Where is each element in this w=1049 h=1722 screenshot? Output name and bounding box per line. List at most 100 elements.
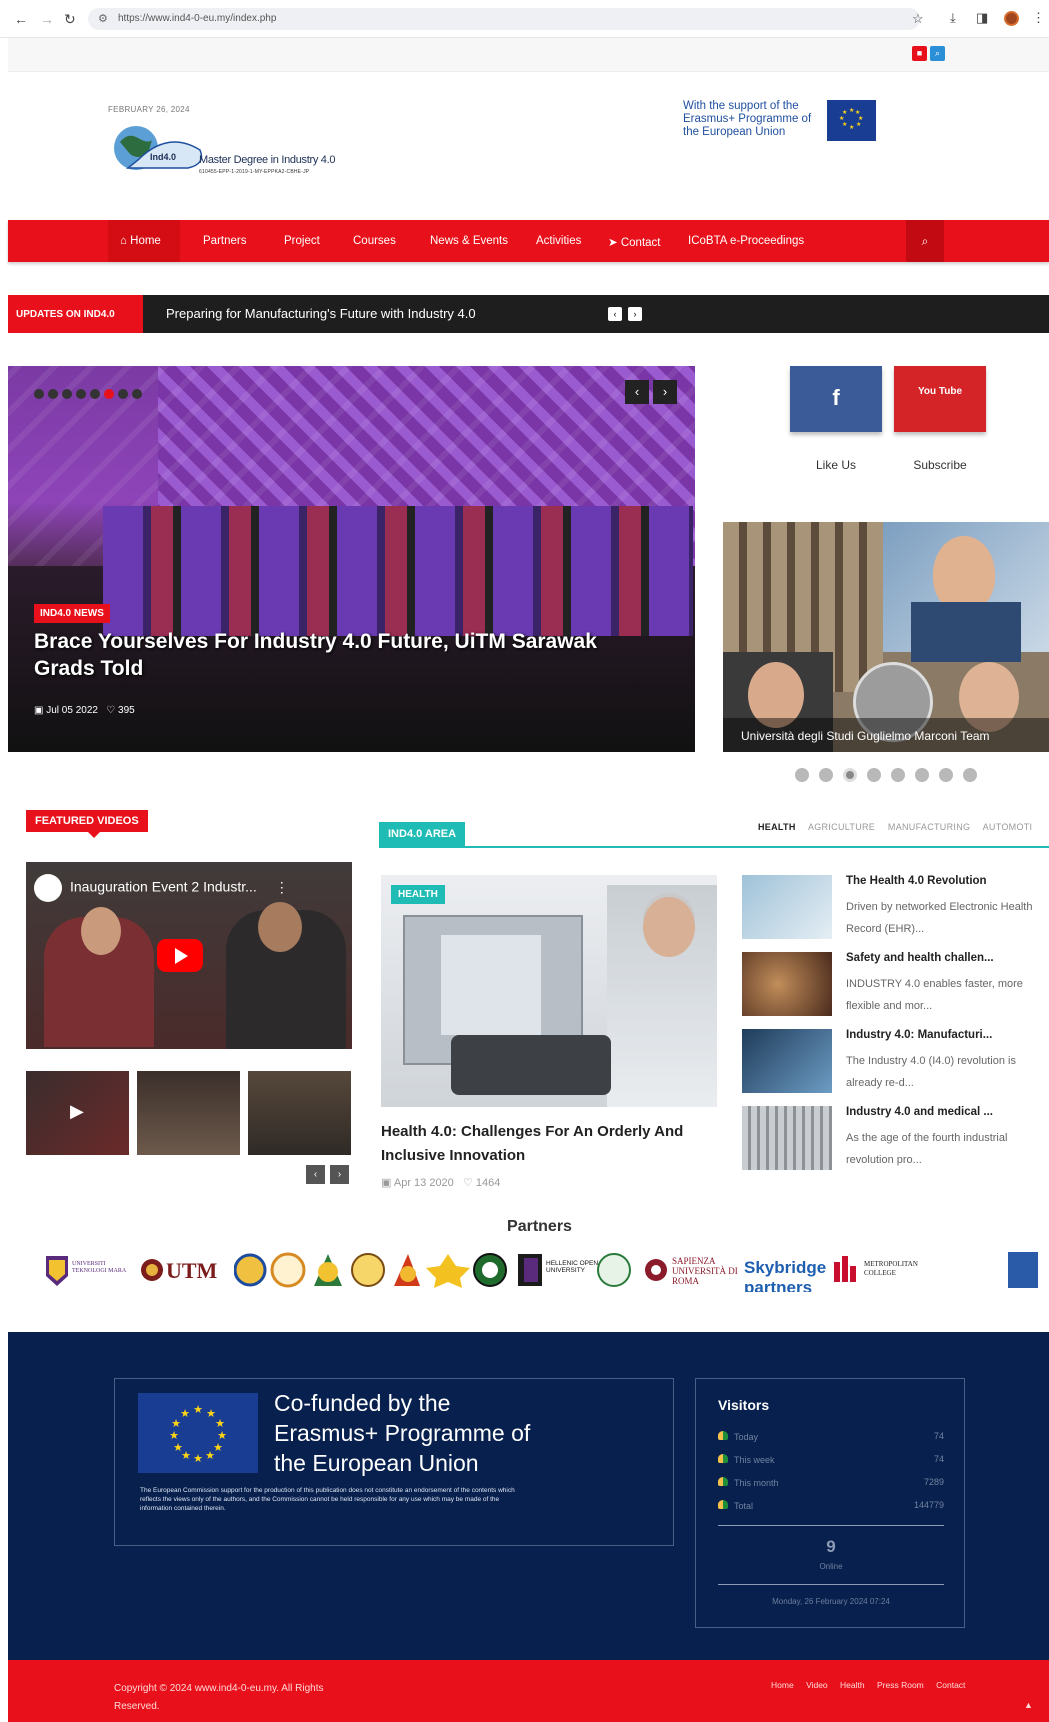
engineer-head bbox=[643, 897, 695, 957]
nav-contact[interactable]: ➤ Contact bbox=[608, 235, 660, 249]
tab-health[interactable]: HEALTH bbox=[758, 822, 796, 832]
article-title[interactable]: Industry 4.0 and medical ... bbox=[846, 1106, 993, 1118]
slide-dot[interactable] bbox=[915, 768, 929, 782]
video-thumbnail[interactable] bbox=[137, 1071, 240, 1155]
hero-dot[interactable] bbox=[118, 389, 128, 399]
footer-link-home[interactable]: Home bbox=[771, 1680, 794, 1690]
video-thumbnail[interactable] bbox=[248, 1071, 351, 1155]
calendar-icon: ▣ bbox=[381, 1177, 392, 1189]
hero-category-badge[interactable]: IND4.0 NEWS bbox=[34, 604, 110, 623]
svg-text:★: ★ bbox=[205, 1449, 215, 1462]
menu-kebab-icon[interactable]: ⋮ bbox=[1032, 10, 1045, 26]
article-title[interactable]: Safety and health challen... bbox=[846, 952, 994, 964]
videos-next-button[interactable]: › bbox=[330, 1165, 349, 1184]
channel-avatar[interactable] bbox=[34, 874, 62, 902]
article-thumbnail[interactable] bbox=[742, 875, 832, 939]
nav-icobta[interactable]: ICoBTA e-Proceedings bbox=[688, 235, 804, 247]
hero-next-button[interactable]: › bbox=[653, 380, 677, 404]
lock-icon[interactable]: ■ bbox=[912, 46, 927, 61]
nav-news-events[interactable]: News & Events bbox=[430, 235, 508, 247]
forward-icon[interactable]: → bbox=[40, 11, 54, 27]
hero-dot[interactable] bbox=[90, 389, 100, 399]
article-title[interactable]: Industry 4.0: Manufacturi... bbox=[846, 1029, 992, 1041]
footer-link-contact[interactable]: Contact bbox=[936, 1680, 965, 1690]
footer-link-health[interactable]: Health bbox=[840, 1680, 865, 1690]
visitor-row: Total 144779 bbox=[718, 1500, 944, 1511]
search-icon[interactable]: ⌕ bbox=[930, 46, 945, 61]
uitm-logo[interactable]: UNIVERSITI TEKNOLOGI MARA bbox=[44, 1252, 128, 1288]
address-bar[interactable]: ⚙ https://www.ind4-0-eu.my/index.php bbox=[88, 8, 920, 30]
slide-dot[interactable] bbox=[891, 768, 905, 782]
article-category-tag[interactable]: HEALTH bbox=[391, 885, 445, 904]
utm-logo[interactable]: UTM bbox=[140, 1252, 230, 1288]
slide-dot[interactable] bbox=[939, 768, 953, 782]
list-item[interactable]: Industry 4.0 and medical ... As the age … bbox=[742, 1106, 1049, 1170]
hero-dot[interactable] bbox=[76, 389, 86, 399]
hero-dot[interactable] bbox=[62, 389, 72, 399]
scroll-top-icon[interactable]: ▲ bbox=[1024, 1700, 1033, 1710]
list-item[interactable]: The Health 4.0 Revolution Driven by netw… bbox=[742, 875, 1049, 939]
facebook-button[interactable]: f bbox=[790, 366, 882, 432]
bookmark-star-icon[interactable]: ☆ bbox=[912, 11, 924, 27]
list-item[interactable]: Industry 4.0: Manufacturi... The Industr… bbox=[742, 1029, 1049, 1093]
slide-dot[interactable] bbox=[795, 768, 809, 782]
slide-dot[interactable] bbox=[867, 768, 881, 782]
footer-link-press-room[interactable]: Press Room bbox=[877, 1680, 924, 1690]
tab-automotive[interactable]: AUTOMOTI bbox=[983, 822, 1033, 832]
main-article-image[interactable]: HEALTH bbox=[381, 875, 717, 1107]
list-item[interactable]: Safety and health challen... INDUSTRY 4.… bbox=[742, 952, 1049, 1016]
video-player[interactable]: Inauguration Event 2 Industr... ⋮ bbox=[26, 862, 352, 1049]
side-slider[interactable]: Università degli Studi Guglielmo Marconi… bbox=[723, 522, 1049, 752]
slide-dot-active[interactable] bbox=[843, 768, 857, 782]
man-face bbox=[933, 536, 995, 612]
visitor-value: 74 bbox=[933, 1431, 944, 1441]
youtube-play-icon[interactable] bbox=[157, 939, 203, 972]
main-article-title[interactable]: Health 4.0: Challenges For An Orderly An… bbox=[381, 1120, 717, 1168]
hero-prev-button[interactable]: ‹ bbox=[625, 380, 649, 404]
profile-avatar[interactable] bbox=[1004, 11, 1019, 26]
hero-dot[interactable] bbox=[132, 389, 142, 399]
reload-icon[interactable]: ↻ bbox=[64, 11, 76, 28]
article-thumbnail[interactable] bbox=[742, 1106, 832, 1170]
video-title[interactable]: Inauguration Event 2 Industr... bbox=[70, 879, 257, 895]
visitor-value: 7289 bbox=[923, 1477, 944, 1487]
sidepanel-icon[interactable]: ◨ bbox=[976, 10, 988, 26]
video-title-row: Inauguration Event 2 Industr... ⋮ bbox=[34, 874, 289, 902]
hero-dot[interactable] bbox=[34, 389, 44, 399]
hero-dot[interactable] bbox=[48, 389, 58, 399]
tab-agriculture[interactable]: AGRICULTURE bbox=[808, 822, 875, 832]
ticker-text[interactable]: Preparing for Manufacturing's Future wit… bbox=[166, 306, 476, 321]
download-icon[interactable]: ⤓ bbox=[950, 10, 956, 26]
hero-dot-active[interactable] bbox=[104, 389, 114, 399]
skybridge-logo[interactable]: Skybridge partners bbox=[744, 1252, 834, 1292]
youtube-button[interactable]: You Tube bbox=[894, 366, 986, 432]
side-slide-caption[interactable]: Università degli Studi Guglielmo Marconi… bbox=[741, 729, 990, 743]
hero-title[interactable]: Brace Yourselves For Industry 4.0 Future… bbox=[34, 628, 654, 682]
slide-dot[interactable] bbox=[963, 768, 977, 782]
footer-link-video[interactable]: Video bbox=[806, 1680, 828, 1690]
article-thumbnail[interactable] bbox=[742, 952, 832, 1016]
ticker-prev-button[interactable]: ‹ bbox=[608, 307, 622, 321]
nav-partners[interactable]: Partners bbox=[203, 235, 246, 247]
slide-dot[interactable] bbox=[819, 768, 833, 782]
metropolitan-logo[interactable]: METROPOLITAN COLLEGE bbox=[832, 1252, 932, 1288]
nav-project[interactable]: Project bbox=[284, 235, 320, 247]
ticker-next-button[interactable]: › bbox=[628, 307, 642, 321]
sapienza-logo[interactable]: SAPIENZA UNIVERSITÀ DI ROMA bbox=[644, 1252, 744, 1288]
article-thumbnail[interactable] bbox=[742, 1029, 832, 1093]
nav-search-button[interactable]: ⌕ bbox=[906, 220, 944, 262]
site-settings-icon[interactable]: ⚙ bbox=[98, 12, 108, 25]
nav-courses[interactable]: Courses bbox=[353, 235, 396, 247]
partner-logo-edge[interactable] bbox=[1008, 1252, 1038, 1288]
back-icon[interactable]: ← bbox=[14, 11, 28, 27]
article-excerpt: Driven by networked Electronic Health Re… bbox=[846, 901, 1033, 935]
videos-prev-button[interactable]: ‹ bbox=[306, 1165, 325, 1184]
eu-support-text: With the support of the Erasmus+ Program… bbox=[683, 100, 812, 138]
tab-manufacturing[interactable]: MANUFACTURING bbox=[888, 822, 970, 832]
article-title[interactable]: The Health 4.0 Revolution bbox=[846, 875, 987, 887]
nav-activities[interactable]: Activities bbox=[536, 235, 581, 247]
nav-home[interactable]: ⌂ Home bbox=[120, 235, 161, 247]
hero-slider[interactable]: ‹ › IND4.0 NEWS Brace Yourselves For Ind… bbox=[8, 366, 695, 752]
more-icon[interactable]: ⋮ bbox=[275, 879, 289, 895]
video-thumbnail[interactable]: ▶ bbox=[26, 1071, 129, 1155]
